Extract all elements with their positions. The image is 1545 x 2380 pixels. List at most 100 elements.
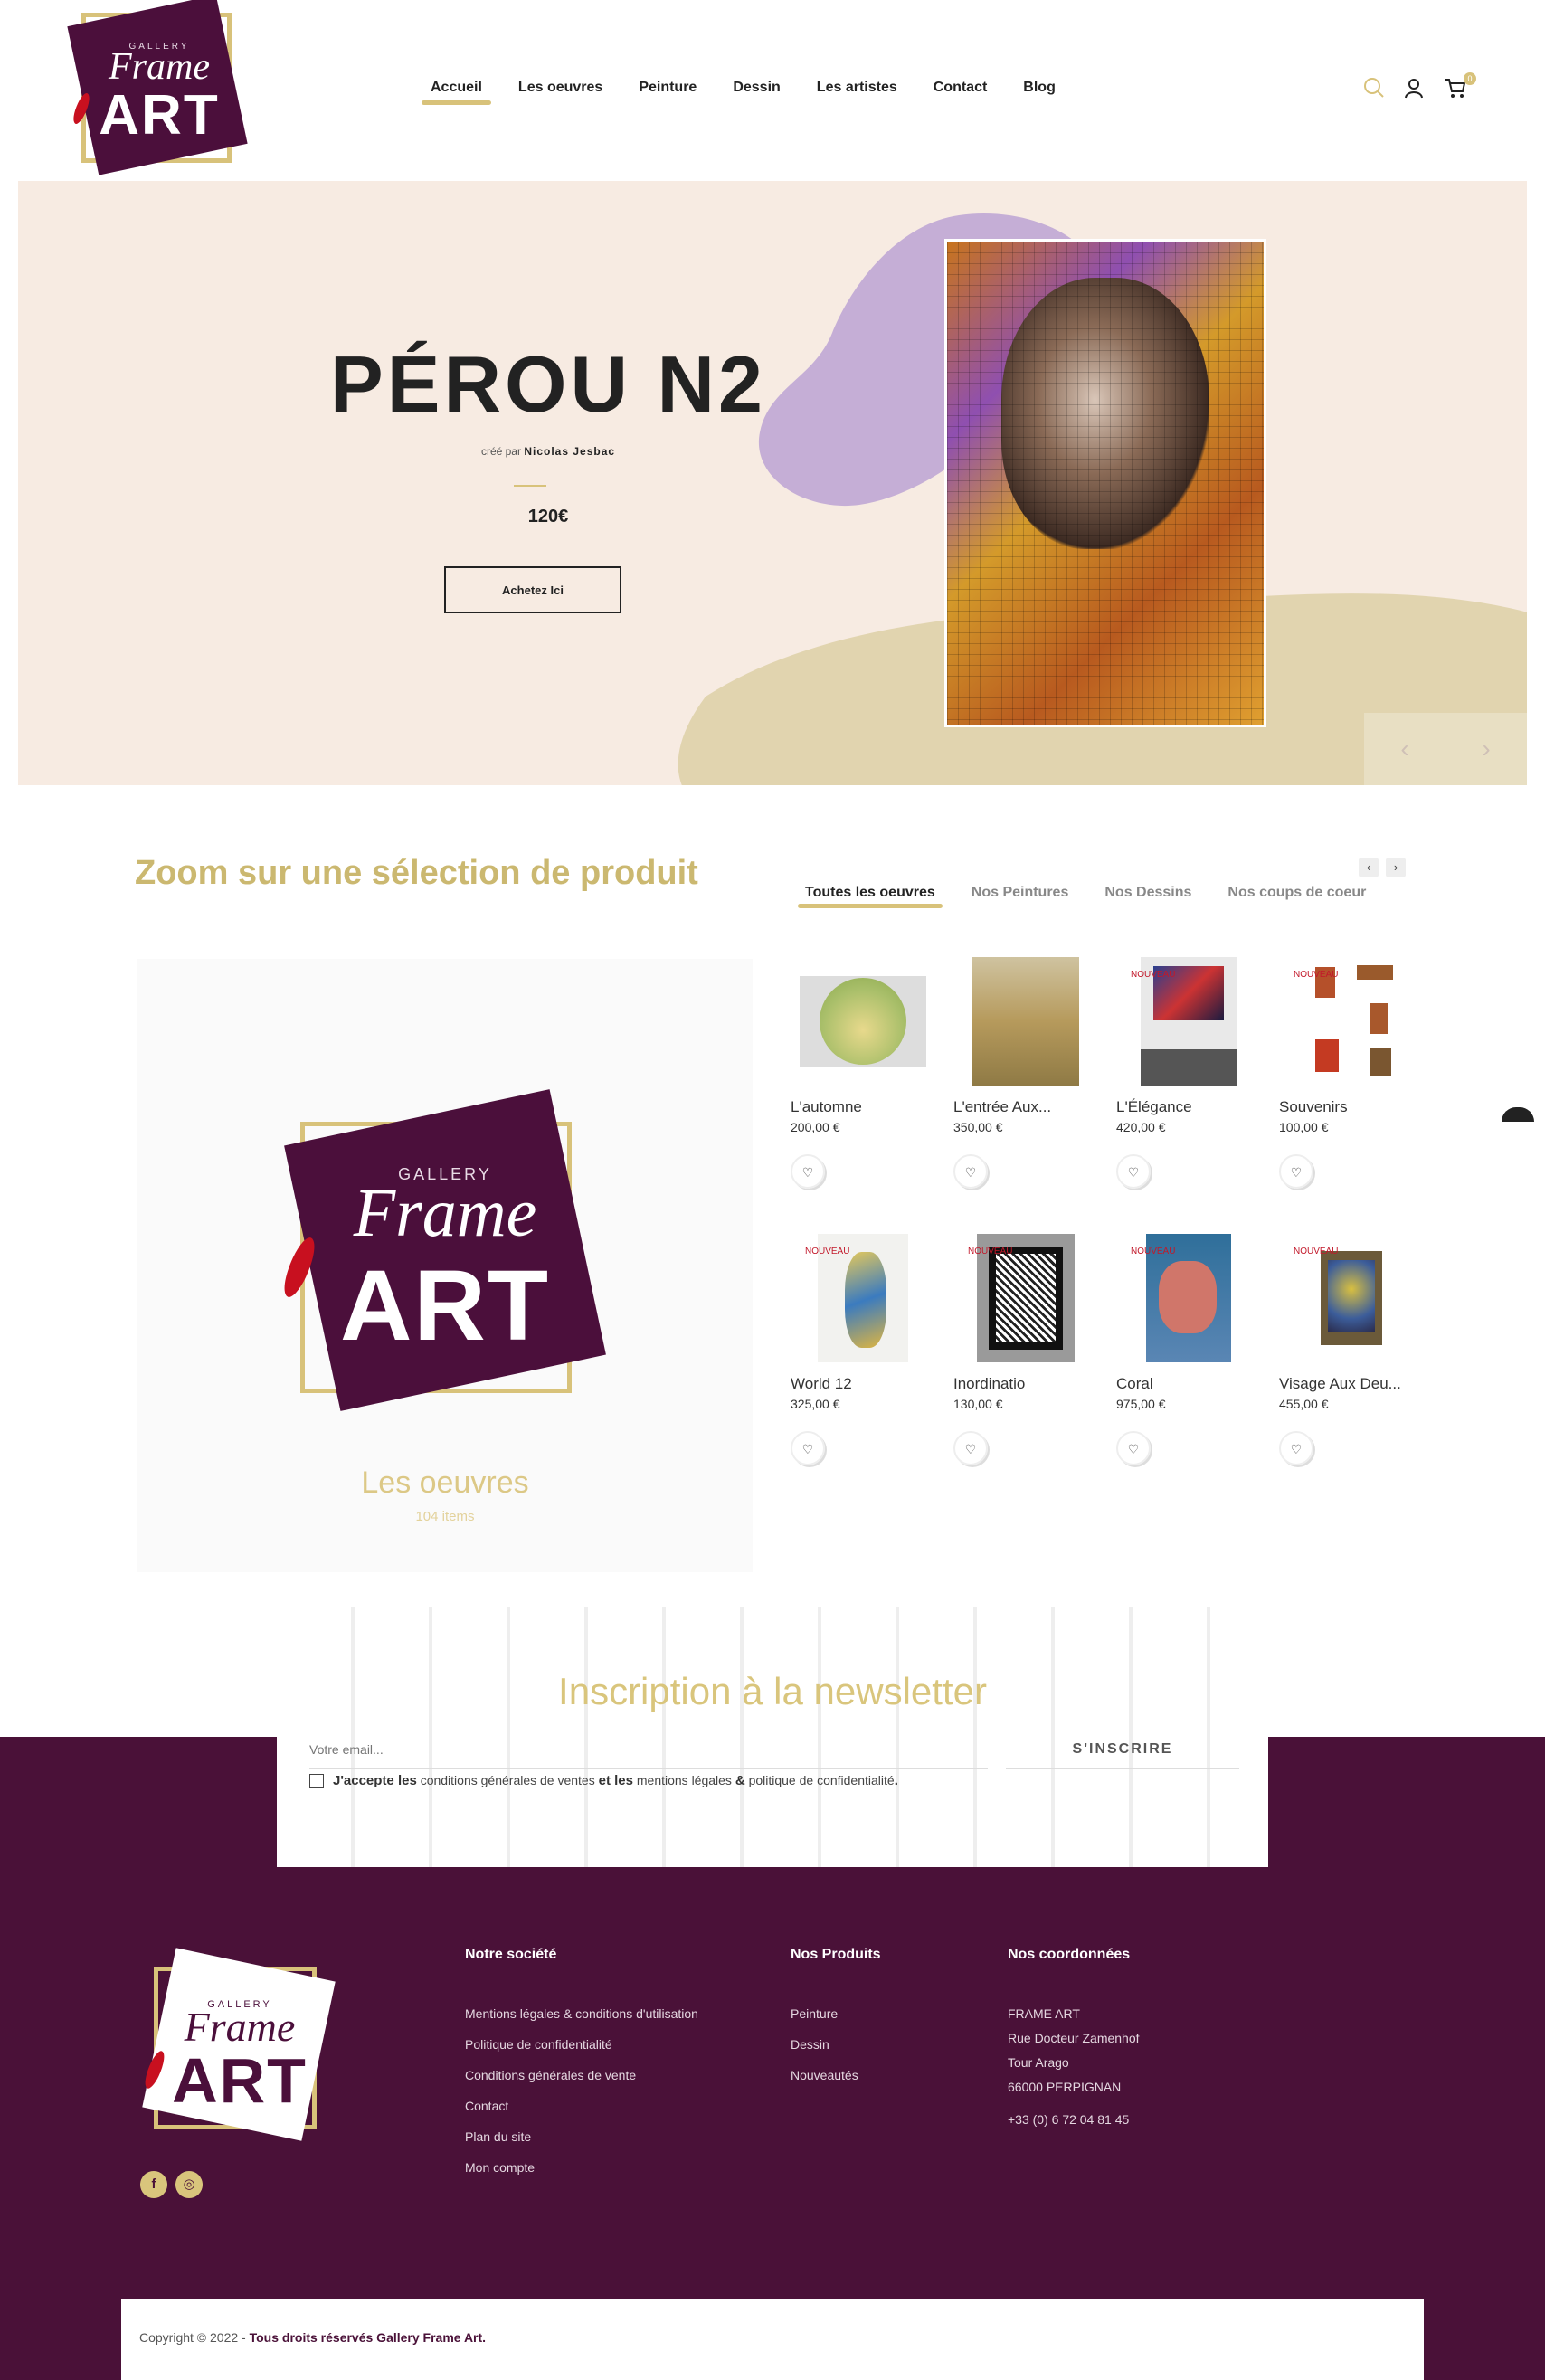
tab-toutes-les-oeuvres[interactable]: Toutes les oeuvres <box>798 885 943 908</box>
hero-next-arrow[interactable]: › <box>1445 713 1527 785</box>
hero-artist-credit: créé par Nicolas Jesbac <box>313 445 783 458</box>
address-line: Rue Docteur Zamenhof <box>1008 2031 1140 2045</box>
heart-icon[interactable]: ♡ <box>1279 1431 1313 1465</box>
heart-icon[interactable]: ♡ <box>1116 1154 1151 1189</box>
logo[interactable]: GALLERY Frame ART <box>67 0 250 177</box>
footer-col-title: Notre société <box>465 1947 557 1962</box>
product-name[interactable]: Visage Aux Deu... <box>1279 1375 1424 1393</box>
selection-title: Zoom sur une sélection de produit <box>135 854 698 892</box>
logo-art-text: ART <box>339 1250 551 1361</box>
nav-blog[interactable]: Blog <box>1023 80 1056 96</box>
hero-artwork[interactable] <box>944 239 1266 727</box>
tab-nos-dessins[interactable]: Nos Dessins <box>1104 885 1191 901</box>
newsletter-title: Inscription à la newsletter <box>558 1670 987 1712</box>
user-icon[interactable] <box>1402 76 1426 100</box>
heart-icon[interactable]: ♡ <box>1116 1431 1151 1465</box>
product-image[interactable] <box>953 955 1098 1087</box>
hero-buy-button[interactable]: Achetez Ici <box>444 566 621 613</box>
footer-link[interactable]: Conditions générales de vente <box>465 2068 698 2082</box>
copyright-bar: Copyright © 2022 - Tous droits réservés … <box>121 2299 1424 2380</box>
product-card[interactable]: L'entrée Aux... 350,00 € ♡ <box>953 955 1098 1209</box>
product-name[interactable]: L'Élégance <box>1116 1098 1261 1116</box>
consent-checkbox[interactable] <box>309 1773 324 1788</box>
consent-text: J'accepte les conditions générales de ve… <box>333 1773 898 1788</box>
product-name[interactable]: Souvenirs <box>1279 1098 1424 1116</box>
product-price: 100,00 € <box>1279 1120 1329 1134</box>
nav-dessin[interactable]: Dessin <box>733 80 780 96</box>
footer-link[interactable]: Nouveautés <box>791 2068 881 2082</box>
product-price: 975,00 € <box>1116 1397 1166 1411</box>
newsletter-subscribe-button[interactable]: S'INSCRIRE <box>1006 1730 1239 1769</box>
hero-slider: PÉROU N2 créé par Nicolas Jesbac 120€ Ac… <box>18 181 1527 785</box>
product-card[interactable]: NOUVEAU Coral 975,00 € ♡ <box>1116 1232 1261 1485</box>
footer-link[interactable]: Peinture <box>791 2006 881 2021</box>
tabs-next-button[interactable]: › <box>1386 858 1406 877</box>
nav-peinture[interactable]: Peinture <box>639 80 697 96</box>
newsletter-consent: J'accepte les conditions générales de ve… <box>309 1773 898 1788</box>
footer-link[interactable]: Contact <box>465 2099 698 2113</box>
heart-icon[interactable]: ♡ <box>791 1431 825 1465</box>
logo-frame-text: Frame <box>353 1175 537 1251</box>
search-icon[interactable] <box>1362 76 1386 100</box>
tabs-prev-button[interactable]: ‹ <box>1359 858 1379 877</box>
nav-les-artistes[interactable]: Les artistes <box>817 80 897 96</box>
heart-icon[interactable]: ♡ <box>953 1431 988 1465</box>
footer-link[interactable]: Dessin <box>791 2037 881 2052</box>
cgv-link[interactable]: conditions générales de ventes <box>421 1773 595 1787</box>
nav-les-oeuvres[interactable]: Les oeuvres <box>518 80 602 96</box>
promo-logo: GALLERY Frame ART <box>273 1089 617 1420</box>
tab-nos-coups-de-coeur[interactable]: Nos coups de coeur <box>1227 885 1366 901</box>
logo-art-text: ART <box>99 84 220 147</box>
promo-count: 104 items <box>415 1509 475 1524</box>
hero-prev-arrow[interactable]: ‹ <box>1364 713 1445 785</box>
hero-title: PÉROU N2 <box>330 339 766 429</box>
footer-link[interactable]: Mentions légales & conditions d'utilisat… <box>465 2006 698 2021</box>
footer-col-produits: Nos Produits Peinture Dessin Nouveautés <box>791 1947 881 2099</box>
artwork-mosaic-grid <box>947 242 1264 725</box>
product-name[interactable]: World 12 <box>791 1375 935 1393</box>
address-line: Tour Arago <box>1008 2055 1069 2070</box>
privacy-link[interactable]: politique de confidentialité <box>749 1773 895 1787</box>
facebook-icon[interactable]: f <box>140 2171 167 2198</box>
hero-artist-name[interactable]: Nicolas Jesbac <box>524 445 615 458</box>
product-price: 130,00 € <box>953 1397 1003 1411</box>
new-badge: NOUVEAU <box>1294 970 1339 980</box>
instagram-icon[interactable]: ◎ <box>175 2171 203 2198</box>
product-card[interactable]: NOUVEAU Souvenirs 100,00 € ♡ <box>1279 955 1424 1209</box>
newsletter-box: Inscription à la newsletter S'INSCRIRE J… <box>277 1607 1268 1867</box>
hero-by-prefix: créé par <box>480 445 521 458</box>
heart-icon[interactable]: ♡ <box>791 1154 825 1189</box>
footer-link[interactable]: Plan du site <box>465 2129 698 2144</box>
mentions-legales-link[interactable]: mentions légales <box>637 1773 732 1787</box>
new-badge: NOUVEAU <box>1131 970 1176 980</box>
product-card[interactable]: NOUVEAU Inordinatio 130,00 € ♡ <box>953 1232 1098 1485</box>
nav-accueil[interactable]: Accueil <box>422 80 491 105</box>
phone-number[interactable]: +33 (0) 6 72 04 81 45 <box>1008 2112 1140 2127</box>
product-image[interactable] <box>791 955 935 1087</box>
product-card[interactable]: NOUVEAU L'Élégance 420,00 € ♡ <box>1116 955 1261 1209</box>
footer-logo[interactable]: GALLERY Frame ART <box>136 1941 344 2149</box>
newsletter-email-input[interactable] <box>309 1730 988 1769</box>
product-name[interactable]: Coral <box>1116 1375 1261 1393</box>
address-line: 66000 PERPIGNAN <box>1008 2080 1122 2094</box>
footer-link[interactable]: Politique de confidentialité <box>465 2037 698 2052</box>
product-card[interactable]: NOUVEAU Visage Aux Deu... 455,00 € ♡ <box>1279 1232 1424 1485</box>
cart-count-badge: 0 <box>1464 72 1476 85</box>
heart-icon[interactable]: ♡ <box>953 1154 988 1189</box>
product-name[interactable]: L'automne <box>791 1098 935 1116</box>
footer-link[interactable]: Mon compte <box>465 2160 698 2175</box>
product-name[interactable]: L'entrée Aux... <box>953 1098 1098 1116</box>
scroll-to-top-button[interactable] <box>1502 1107 1534 1122</box>
site-header: GALLERY Frame ART Accueil Les oeuvres Pe… <box>0 0 1545 179</box>
new-badge: NOUVEAU <box>805 1247 850 1256</box>
product-name[interactable]: Inordinatio <box>953 1375 1098 1393</box>
footer-col-coordonnees: Nos coordonnées FRAME ART Rue Docteur Za… <box>1008 1947 1140 2137</box>
heart-icon[interactable]: ♡ <box>1279 1154 1313 1189</box>
copyright-text: Copyright © 2022 - Tous droits réservés … <box>139 2330 487 2345</box>
category-promo[interactable]: GALLERY Frame ART Les oeuvres 104 items <box>137 959 753 1572</box>
product-card[interactable]: NOUVEAU World 12 325,00 € ♡ <box>791 1232 935 1485</box>
promo-title: Les oeuvres <box>361 1465 529 1500</box>
product-card[interactable]: L'automne 200,00 € ♡ <box>791 955 935 1209</box>
tab-nos-peintures[interactable]: Nos Peintures <box>972 885 1069 901</box>
nav-contact[interactable]: Contact <box>934 80 988 96</box>
